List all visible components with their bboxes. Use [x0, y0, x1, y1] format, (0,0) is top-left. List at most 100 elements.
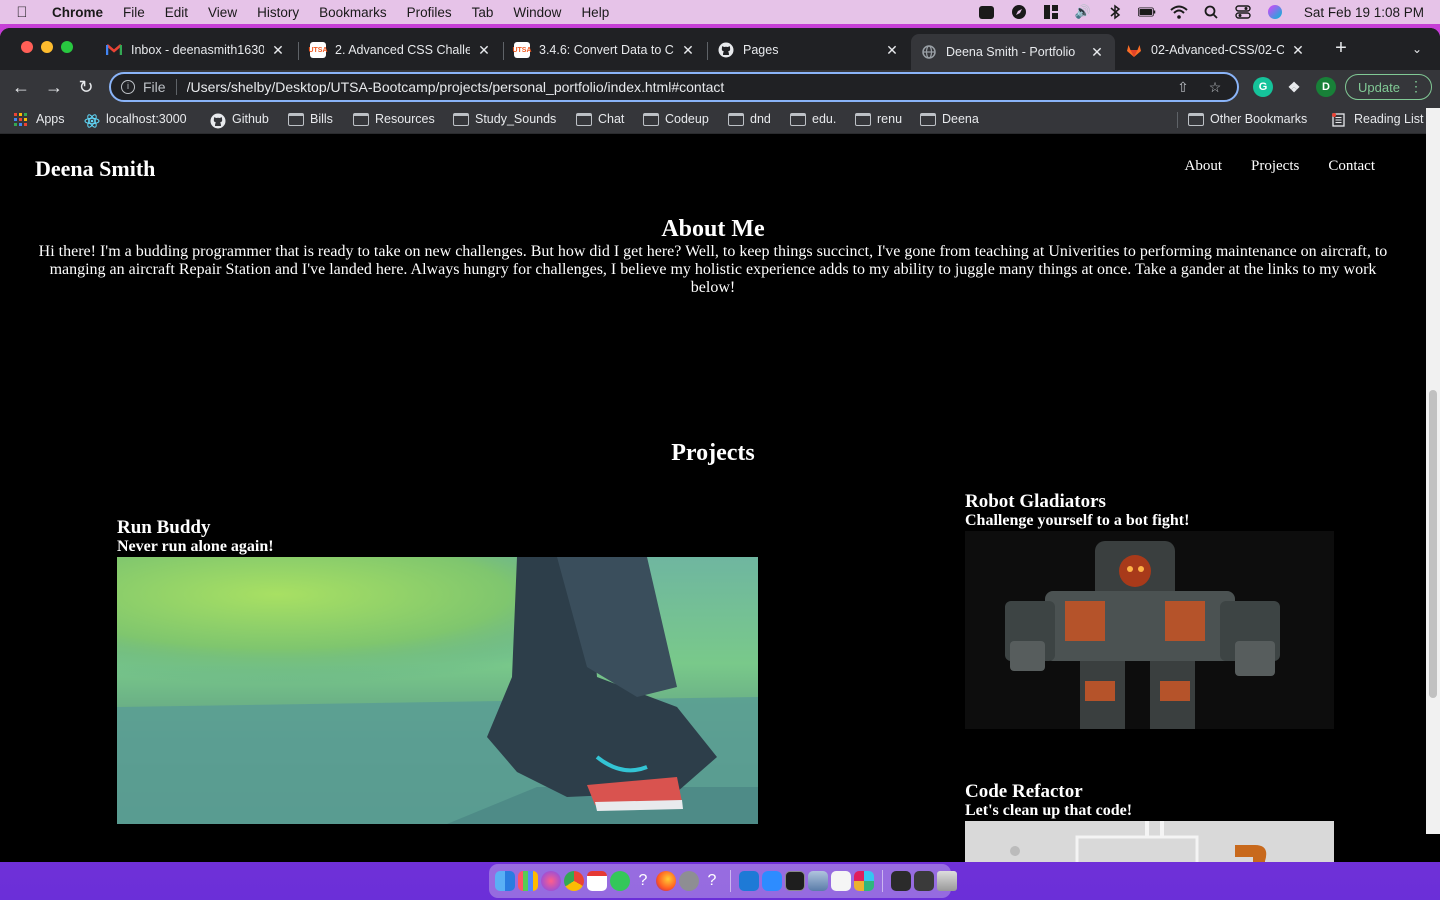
- tab-gmail-inbox[interactable]: Inbox - deenasmith1630 ✕: [96, 34, 296, 66]
- bookmark-folder-chat[interactable]: Chat: [576, 104, 624, 134]
- calendar-icon[interactable]: [587, 871, 607, 891]
- tab-convert-data[interactable]: UTSA 3.4.6: Convert Data to C ✕: [504, 34, 706, 66]
- menu-app-chrome[interactable]: Chrome: [44, 5, 113, 20]
- update-button[interactable]: Update ⋮: [1345, 74, 1432, 100]
- chrome-icon[interactable]: [564, 871, 584, 891]
- preview-icon[interactable]: [808, 871, 828, 891]
- menu-file[interactable]: File: [113, 5, 155, 20]
- volume-icon[interactable]: 🔊: [1074, 4, 1092, 20]
- share-icon[interactable]: ⇧: [1173, 79, 1193, 96]
- notes-icon[interactable]: [831, 871, 851, 891]
- nav-link-about[interactable]: About: [1185, 158, 1223, 175]
- launchpad-icon[interactable]: [518, 871, 538, 891]
- site-info-icon[interactable]: i: [121, 80, 135, 94]
- close-tab-icon[interactable]: ✕: [884, 42, 900, 59]
- trash-icon[interactable]: [937, 871, 957, 891]
- tab-github-pages[interactable]: Pages ✕: [708, 34, 910, 66]
- vscode-icon[interactable]: [739, 871, 759, 891]
- robot-gladiators-project-image[interactable]: [965, 531, 1334, 729]
- compass-status-icon[interactable]: [1010, 4, 1028, 20]
- finder-icon[interactable]: [495, 871, 515, 891]
- project-title-run-buddy[interactable]: Run Buddy: [117, 517, 210, 539]
- profile-avatar[interactable]: D: [1316, 77, 1336, 97]
- bookmark-apps[interactable]: Apps: [14, 104, 65, 134]
- grammarly-extension-icon[interactable]: G: [1253, 77, 1273, 97]
- menu-view[interactable]: View: [198, 5, 247, 20]
- back-button[interactable]: ←: [9, 75, 33, 99]
- close-window-button[interactable]: [21, 41, 33, 53]
- zoom-icon[interactable]: [762, 871, 782, 891]
- bookmark-folder-bills[interactable]: Bills: [288, 104, 333, 134]
- zoom-status-icon[interactable]: [978, 4, 996, 20]
- bluetooth-icon[interactable]: [1106, 4, 1124, 20]
- tab-search-chevron-icon[interactable]: ⌄: [1406, 38, 1428, 60]
- messages-icon[interactable]: [610, 871, 630, 891]
- extensions-puzzle-icon[interactable]: ❖: [1284, 77, 1304, 97]
- siri-icon[interactable]: [541, 871, 561, 891]
- wifi-icon[interactable]: [1170, 4, 1188, 20]
- bookmark-folder-deena[interactable]: Deena: [920, 104, 979, 134]
- bookmark-folder-study-sounds[interactable]: Study_Sounds: [453, 104, 556, 134]
- menu-tab[interactable]: Tab: [462, 5, 504, 20]
- project-title-code-refactor[interactable]: Code Refactor: [965, 781, 1083, 803]
- tab-advanced-css-challenge[interactable]: UTSA 2. Advanced CSS Challe ✕: [300, 34, 502, 66]
- forward-button[interactable]: →: [42, 75, 66, 99]
- fullscreen-window-button[interactable]: [61, 41, 73, 53]
- window-layout-icon[interactable]: [1042, 4, 1060, 20]
- slack-icon[interactable]: [854, 871, 874, 891]
- menu-bar-clock[interactable]: Sat Feb 19 1:08 PM: [1304, 5, 1424, 20]
- siri-icon[interactable]: [1266, 4, 1284, 20]
- close-tab-icon[interactable]: ✕: [270, 42, 286, 59]
- nav-link-contact[interactable]: Contact: [1328, 158, 1375, 175]
- close-tab-icon[interactable]: ✕: [680, 42, 696, 59]
- folder-icon: [790, 112, 806, 126]
- minimized-window-icon[interactable]: [914, 871, 934, 891]
- apple-menu-icon[interactable]: : [0, 4, 44, 21]
- gmail-icon: [106, 42, 122, 58]
- unknown-app-icon[interactable]: ?: [633, 871, 653, 891]
- bookmark-localhost[interactable]: localhost:3000: [84, 104, 187, 134]
- page-scrollbar-thumb[interactable]: [1429, 390, 1437, 698]
- bookmark-star-icon[interactable]: ☆: [1205, 79, 1225, 96]
- control-center-icon[interactable]: [1234, 4, 1252, 20]
- menu-help[interactable]: Help: [571, 5, 619, 20]
- firefox-icon[interactable]: [656, 871, 676, 891]
- unknown-app-icon[interactable]: ?: [702, 871, 722, 891]
- battery-icon[interactable]: [1137, 4, 1156, 20]
- system-preferences-icon[interactable]: [679, 871, 699, 891]
- minimized-window-icon[interactable]: [891, 871, 911, 891]
- new-tab-button[interactable]: +: [1330, 38, 1352, 60]
- nav-link-projects[interactable]: Projects: [1251, 158, 1299, 175]
- menu-history[interactable]: History: [247, 5, 309, 20]
- project-title-robot-gladiators[interactable]: Robot Gladiators: [965, 491, 1106, 513]
- github-icon: [210, 113, 226, 128]
- bookmark-folder-edu[interactable]: edu.: [790, 104, 836, 134]
- menu-profiles[interactable]: Profiles: [397, 5, 462, 20]
- minimize-window-button[interactable]: [41, 41, 53, 53]
- menu-edit[interactable]: Edit: [155, 5, 198, 20]
- reading-list-button[interactable]: Reading List: [1332, 104, 1424, 134]
- folder-icon: [453, 112, 469, 126]
- terminal-icon[interactable]: [785, 871, 805, 891]
- bookmark-label: Resources: [375, 112, 435, 126]
- bookmark-other-bookmarks[interactable]: Other Bookmarks: [1188, 104, 1307, 134]
- close-tab-icon[interactable]: ✕: [1290, 42, 1306, 59]
- bookmark-github[interactable]: Github: [210, 104, 269, 134]
- reload-button[interactable]: ↻: [74, 75, 98, 99]
- url-text[interactable]: /Users/shelby/Desktop/UTSA-Bootcamp/proj…: [187, 79, 1173, 95]
- run-buddy-project-image[interactable]: [117, 557, 758, 824]
- menu-window[interactable]: Window: [503, 5, 571, 20]
- bookmark-folder-codeup[interactable]: Codeup: [643, 104, 709, 134]
- bookmark-folder-resources[interactable]: Resources: [353, 104, 435, 134]
- code-refactor-project-image[interactable]: [965, 821, 1334, 862]
- close-tab-icon[interactable]: ✕: [476, 42, 492, 59]
- bookmark-folder-renu[interactable]: renu: [855, 104, 902, 134]
- close-tab-icon[interactable]: ✕: [1089, 44, 1105, 61]
- more-menu-icon[interactable]: ⋮: [1409, 78, 1423, 95]
- tab-gitlab-advanced-css[interactable]: 02-Advanced-CSS/02-C ✕: [1116, 34, 1316, 66]
- menu-bookmarks[interactable]: Bookmarks: [309, 5, 397, 20]
- bookmark-folder-dnd[interactable]: dnd: [728, 104, 771, 134]
- address-bar[interactable]: i File /Users/shelby/Desktop/UTSA-Bootca…: [109, 72, 1239, 102]
- spotlight-search-icon[interactable]: [1202, 4, 1220, 20]
- tab-deena-portfolio[interactable]: Deena Smith - Portfolio ✕: [911, 34, 1115, 70]
